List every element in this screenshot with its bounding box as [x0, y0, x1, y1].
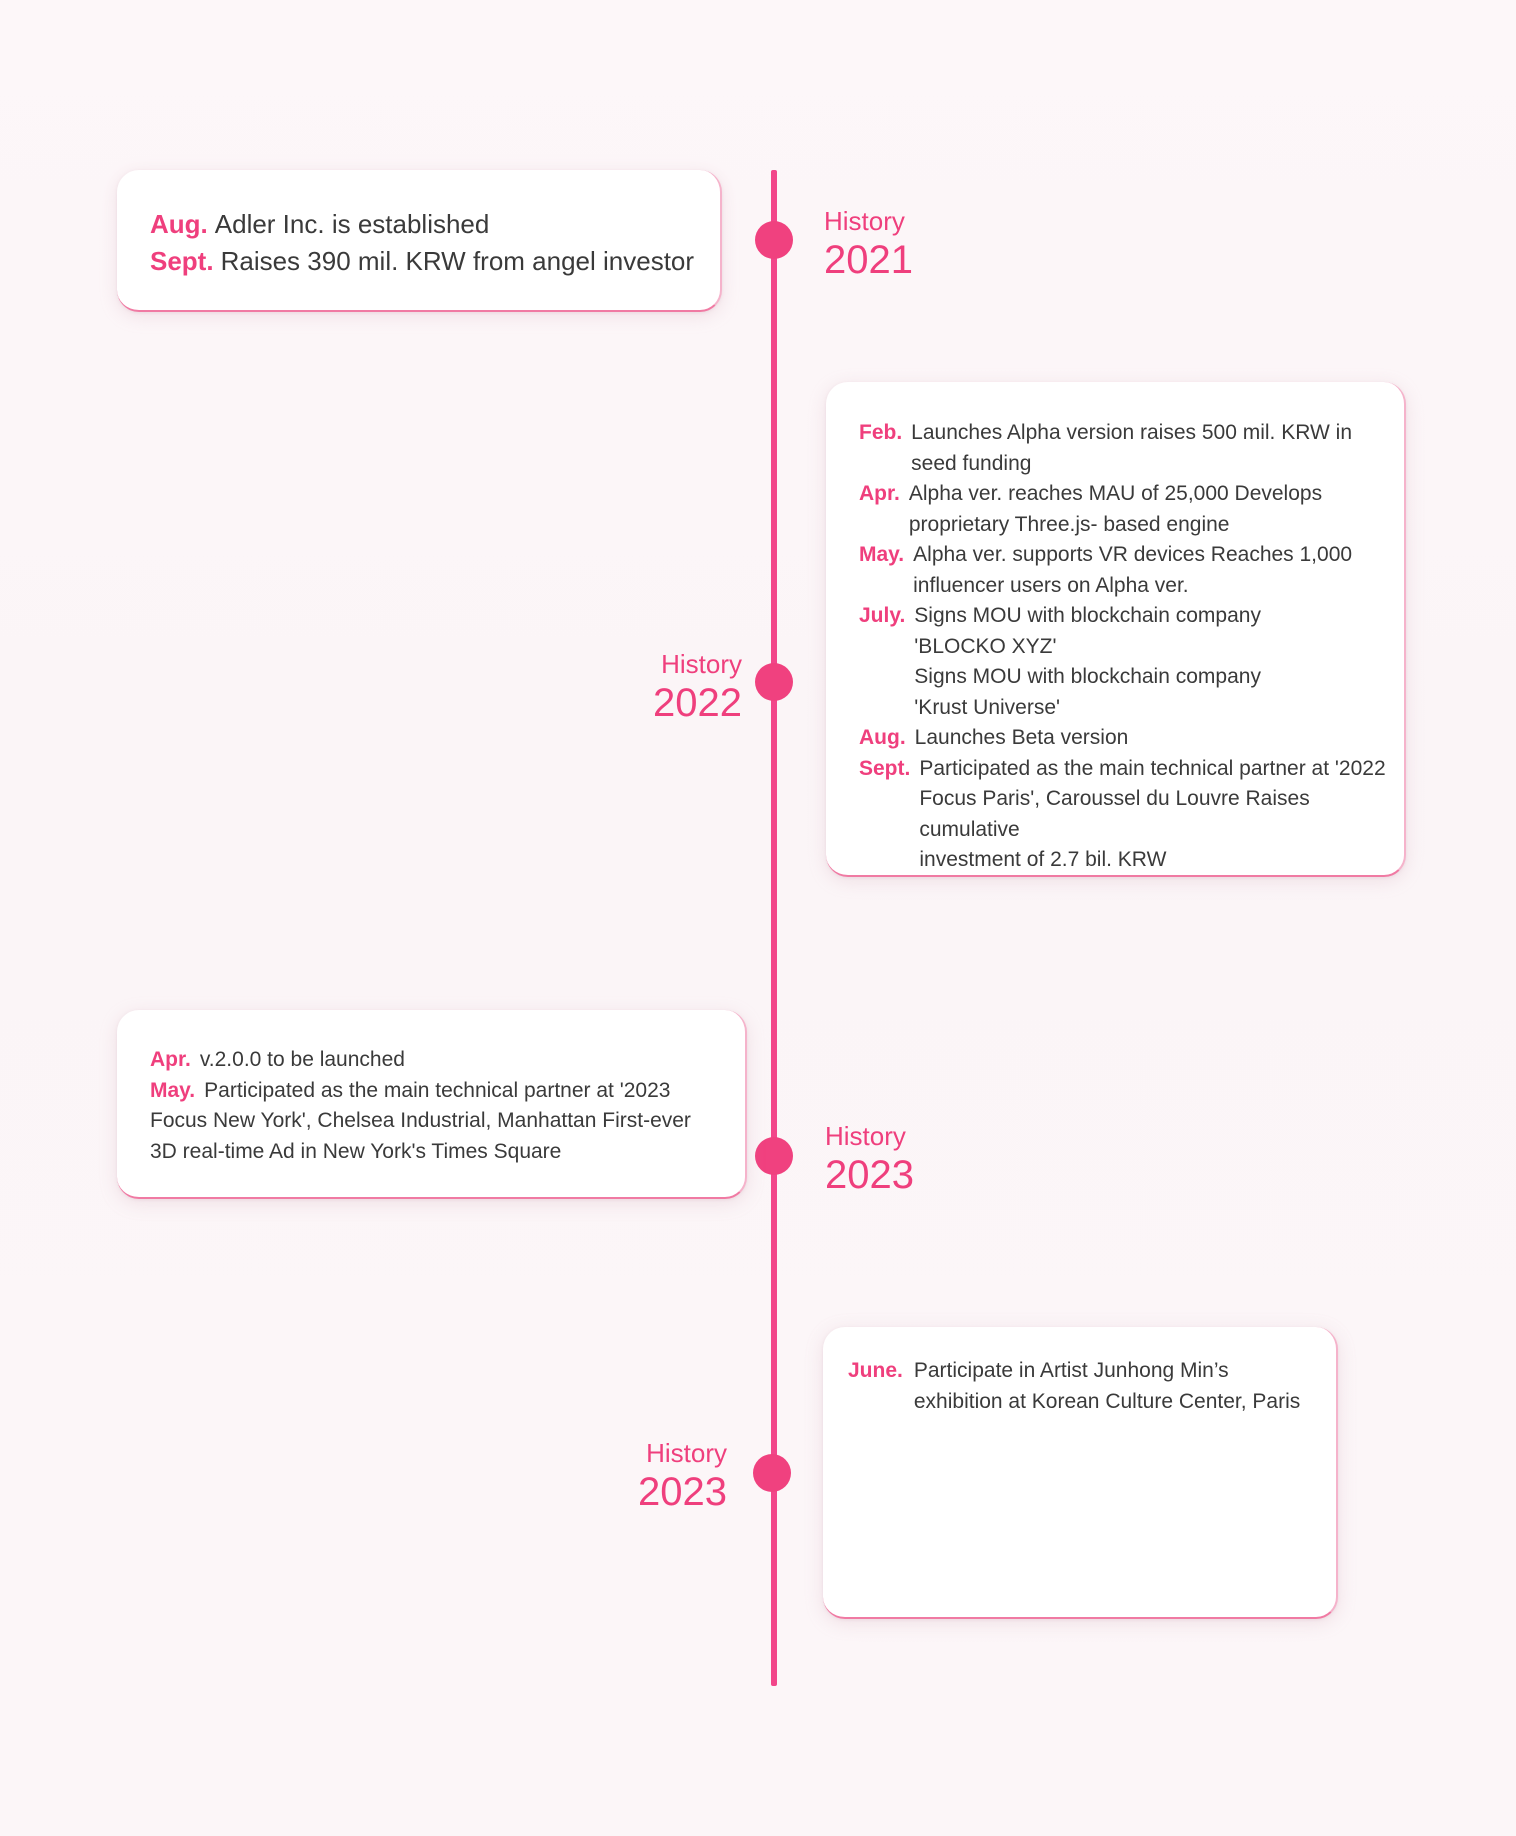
entry-text: Signs MOU with blockchain company 'BLOCK… — [914, 604, 1261, 719]
card-entry: Aug. Launches Beta version — [859, 723, 1404, 754]
card-entry: Aug. Adler Inc. is established — [150, 206, 720, 243]
year-number: 2023 — [825, 1153, 914, 1197]
year-label-2023-b: History 2023 — [638, 1440, 727, 1512]
year-label-2023-a: History 2023 — [825, 1123, 914, 1195]
history-word: History — [646, 1438, 727, 1468]
timeline-dot-2023-a — [755, 1137, 793, 1175]
card-entry: May. Alpha ver. supports VR devices Reac… — [859, 540, 1404, 601]
timeline-dot-2021 — [755, 221, 793, 259]
year-label-2022: History 2022 — [653, 651, 742, 723]
entry-text: v.2.0.0 to be launched — [199, 1048, 405, 1071]
entry-month: Aug. — [859, 726, 906, 749]
card-entry: Focus New York', Chelsea Industrial, Man… — [150, 1106, 745, 1167]
card-entry: Apr. Alpha ver. reaches MAU of 25,000 De… — [859, 479, 1404, 540]
entry-text: Focus New York', Chelsea Industrial, Man… — [150, 1109, 691, 1163]
card-entry: Feb. Launches Alpha version raises 500 m… — [859, 418, 1404, 479]
card-entry: Apr. v.2.0.0 to be launched — [150, 1045, 745, 1076]
card-entry: Sept. Raises 390 mil. KRW from angel inv… — [150, 243, 720, 280]
entry-text: Raises 390 mil. KRW from angel investor — [220, 246, 695, 276]
year-number: 2021 — [824, 238, 913, 282]
timeline-dot-2023-b — [753, 1454, 791, 1492]
entry-month: Feb. — [859, 421, 903, 444]
entry-text: Launches Beta version — [914, 726, 1129, 749]
entry-text: Participated as the main technical partn… — [919, 756, 1386, 872]
history-word: History — [824, 206, 905, 236]
card-entry: June. Participate in Artist Junhong Min’… — [848, 1356, 1336, 1417]
entry-text: Participated as the main technical partn… — [204, 1078, 671, 1102]
entry-text: Alpha ver. reaches MAU of 25,000 Develop… — [908, 482, 1323, 536]
entry-text: Launches Alpha version raises 500 mil. K… — [911, 421, 1353, 475]
entry-month: July. — [859, 604, 906, 627]
entry-text: Participate in Artist Junhong Min’s exhi… — [913, 1359, 1301, 1413]
card-entry: May. Participated as the main technical … — [150, 1076, 745, 1107]
entry-month: Aug. — [150, 209, 208, 239]
history-card-2021: Aug. Adler Inc. is established Sept. Rai… — [117, 170, 722, 312]
card-entry: July. Signs MOU with blockchain company … — [859, 601, 1404, 723]
history-word: History — [661, 649, 742, 679]
entry-month: May. — [150, 1078, 196, 1102]
card-entry: Sept. Participated as the main technical… — [859, 754, 1404, 876]
entry-month: Sept. — [859, 756, 911, 780]
entry-text: Alpha ver. supports VR devices Reaches 1… — [913, 543, 1353, 597]
history-card-2023-a: Apr. v.2.0.0 to be launched May. Partici… — [117, 1010, 747, 1199]
history-word: History — [825, 1121, 906, 1151]
history-card-2023-b: June. Participate in Artist Junhong Min’… — [823, 1327, 1338, 1619]
year-label-2021: History 2021 — [824, 208, 913, 280]
year-number: 2023 — [638, 1470, 727, 1514]
entry-month: Apr. — [150, 1048, 191, 1071]
year-number: 2022 — [653, 681, 742, 725]
entry-month: Sept. — [150, 246, 214, 276]
entry-text: Adler Inc. is established — [214, 209, 490, 239]
entry-month: June. — [848, 1359, 903, 1382]
entry-month: May. — [859, 543, 905, 566]
entry-month: Apr. — [859, 482, 900, 505]
history-card-2022: Feb. Launches Alpha version raises 500 m… — [826, 382, 1406, 877]
timeline-dot-2022 — [755, 663, 793, 701]
